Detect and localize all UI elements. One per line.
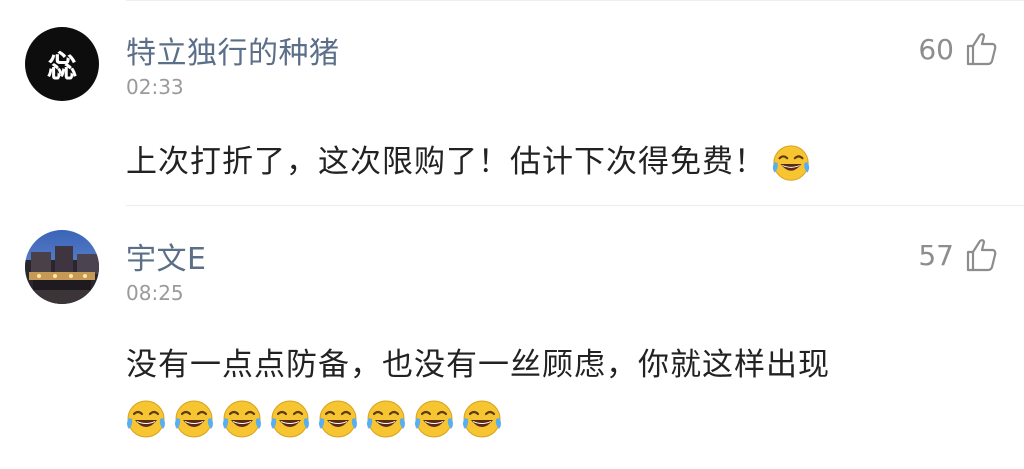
thumbs-up-icon[interactable] — [962, 236, 1000, 274]
laughing-tears-emoji-icon — [220, 398, 264, 442]
comment-time: 02:33 — [126, 75, 184, 99]
comment-text: 没有一点点防备，也没有一丝顾虑，你就这样出现 — [126, 347, 830, 383]
laughing-tears-emoji-icon — [316, 398, 360, 442]
laughing-tears-emoji-icon — [364, 398, 408, 442]
avatar-glyph: 惢 — [47, 50, 77, 85]
username[interactable]: 宇文E — [126, 234, 206, 278]
comment-item: 宇文E 08:25 57 没有一点点防备，也没有一丝顾虑，你就这样出现 — [0, 206, 1024, 469]
thumbs-up-icon[interactable] — [962, 30, 1000, 68]
emoji-row — [124, 398, 504, 442]
like-count: 57 — [918, 238, 954, 272]
comment-text-body: 上次打折了，这次限购了！估计下次得免费！ — [126, 144, 766, 180]
avatar[interactable]: 惢 — [25, 27, 99, 101]
like-button[interactable]: 57 — [918, 236, 1000, 274]
like-count: 60 — [918, 32, 954, 66]
laughing-tears-emoji-icon — [770, 143, 812, 185]
comment-list: 惢 特立独行的种猪 02:33 60 上次打折了，这次限购了！估计下次得免费！ — [0, 0, 1024, 469]
laughing-tears-emoji-icon — [460, 398, 504, 442]
night-street-photo-icon — [25, 230, 99, 304]
laughing-tears-emoji-icon — [412, 398, 456, 442]
like-button[interactable]: 60 — [918, 30, 1000, 68]
laughing-tears-emoji-icon — [172, 398, 216, 442]
comment-time: 08:25 — [126, 281, 184, 305]
comment-item: 惢 特立独行的种猪 02:33 60 上次打折了，这次限购了！估计下次得免费！ — [0, 0, 1024, 205]
username[interactable]: 特立独行的种猪 — [126, 28, 340, 72]
laughing-tears-emoji-icon — [268, 398, 312, 442]
laughing-tears-emoji-icon — [124, 398, 168, 442]
avatar[interactable] — [25, 230, 99, 304]
comment-text: 上次打折了，这次限购了！估计下次得免费！ — [126, 136, 812, 185]
